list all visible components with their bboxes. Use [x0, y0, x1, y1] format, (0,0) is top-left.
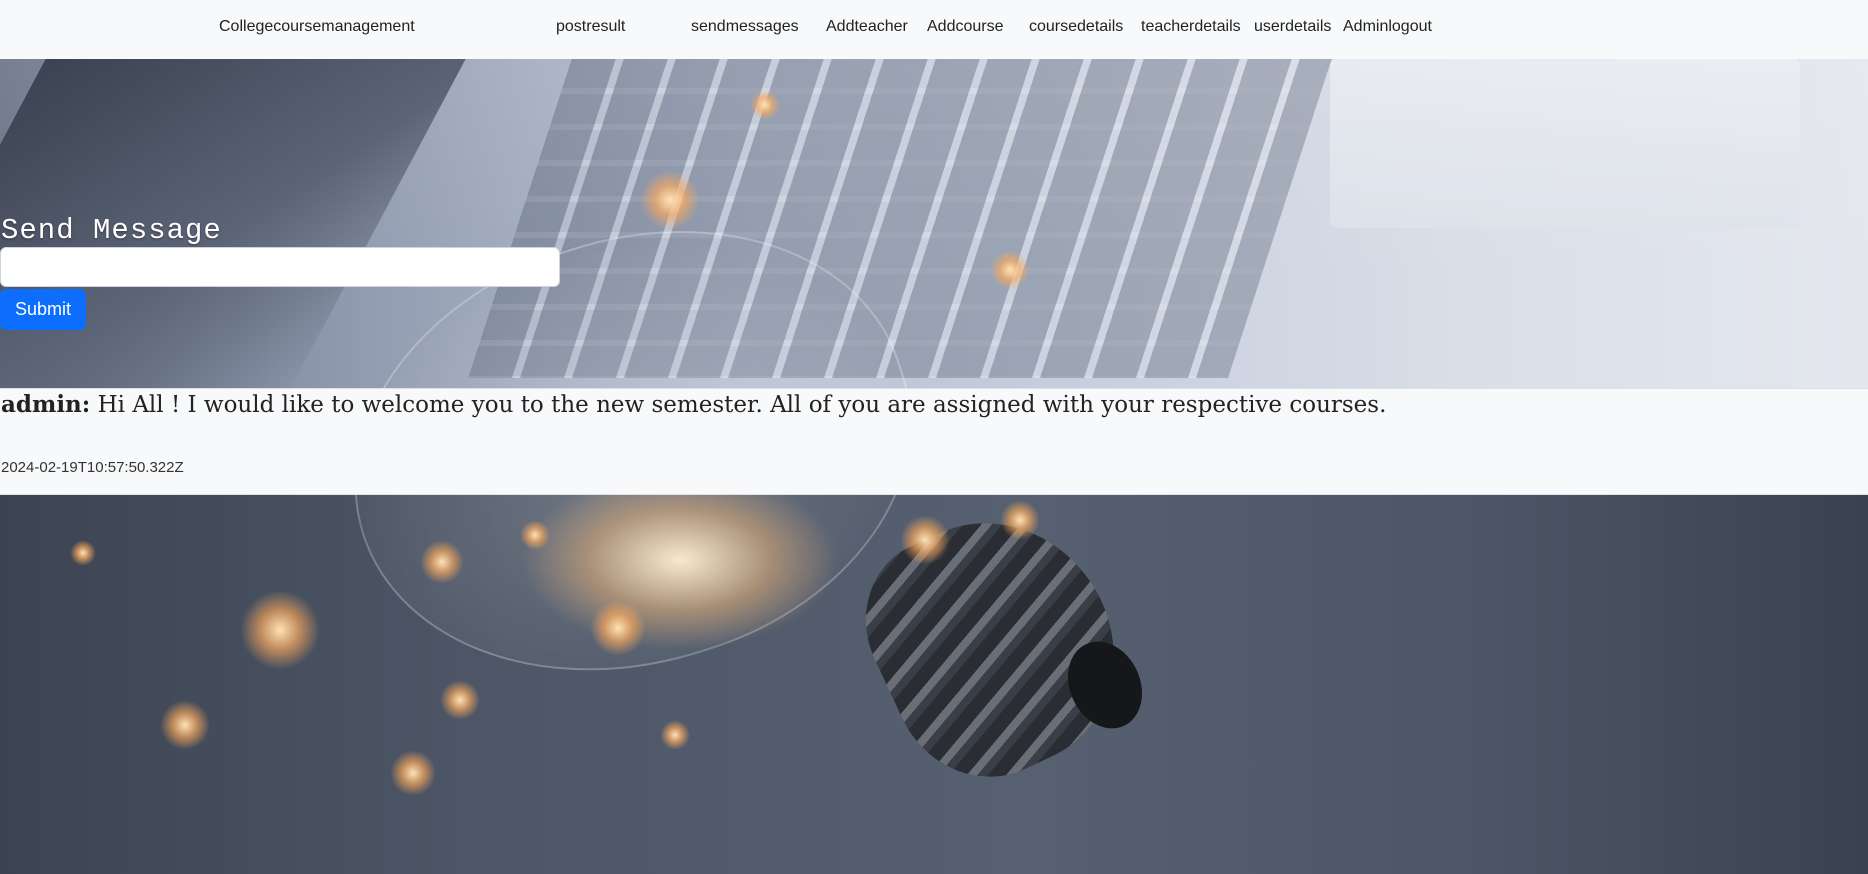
lightbulb-glow — [520, 470, 840, 650]
bokeh-light — [750, 90, 780, 120]
submit-button[interactable]: Submit — [0, 289, 86, 330]
laptop-trackpad — [1330, 58, 1800, 228]
nav-link-addteacher[interactable]: Addteacher — [826, 18, 908, 36]
bokeh-light — [520, 520, 550, 550]
message-card: admin: Hi All ! I would like to welcome … — [0, 388, 1868, 495]
nav-link-teacherdetails[interactable]: teacherdetails — [1141, 18, 1241, 36]
bokeh-light — [160, 700, 210, 750]
navbar-brand[interactable]: Collegecoursemanagement — [219, 18, 415, 36]
nav-link-postresult[interactable]: postresult — [556, 18, 625, 36]
bokeh-light — [990, 250, 1030, 290]
message-timestamp: 2024-02-19T10:57:50.322Z — [1, 459, 184, 476]
bokeh-light — [390, 750, 436, 796]
send-message-title: Send Message — [1, 214, 222, 247]
top-navbar: Collegecoursemanagement postresult sendm… — [0, 0, 1868, 59]
bokeh-light — [900, 515, 950, 565]
bokeh-light — [590, 600, 646, 656]
message-body: Hi All ! I would like to welcome you to … — [97, 392, 1387, 418]
message-input[interactable] — [0, 247, 560, 287]
bokeh-light — [70, 540, 96, 566]
message-author: admin: — [1, 391, 91, 418]
bokeh-light — [1000, 500, 1040, 540]
bokeh-light — [440, 680, 480, 720]
bokeh-light — [640, 170, 700, 230]
nav-link-addcourse[interactable]: Addcourse — [927, 18, 1004, 36]
nav-link-coursedetails[interactable]: coursedetails — [1029, 18, 1123, 36]
bokeh-light — [240, 590, 320, 670]
bokeh-light — [660, 720, 690, 750]
nav-link-adminlogout[interactable]: Adminlogout — [1343, 18, 1432, 36]
message-text-line: admin: Hi All ! I would like to welcome … — [1, 391, 1386, 418]
nav-link-sendmessages[interactable]: sendmessages — [691, 18, 799, 36]
nav-link-userdetails[interactable]: userdetails — [1254, 18, 1331, 36]
bokeh-light — [420, 540, 464, 584]
